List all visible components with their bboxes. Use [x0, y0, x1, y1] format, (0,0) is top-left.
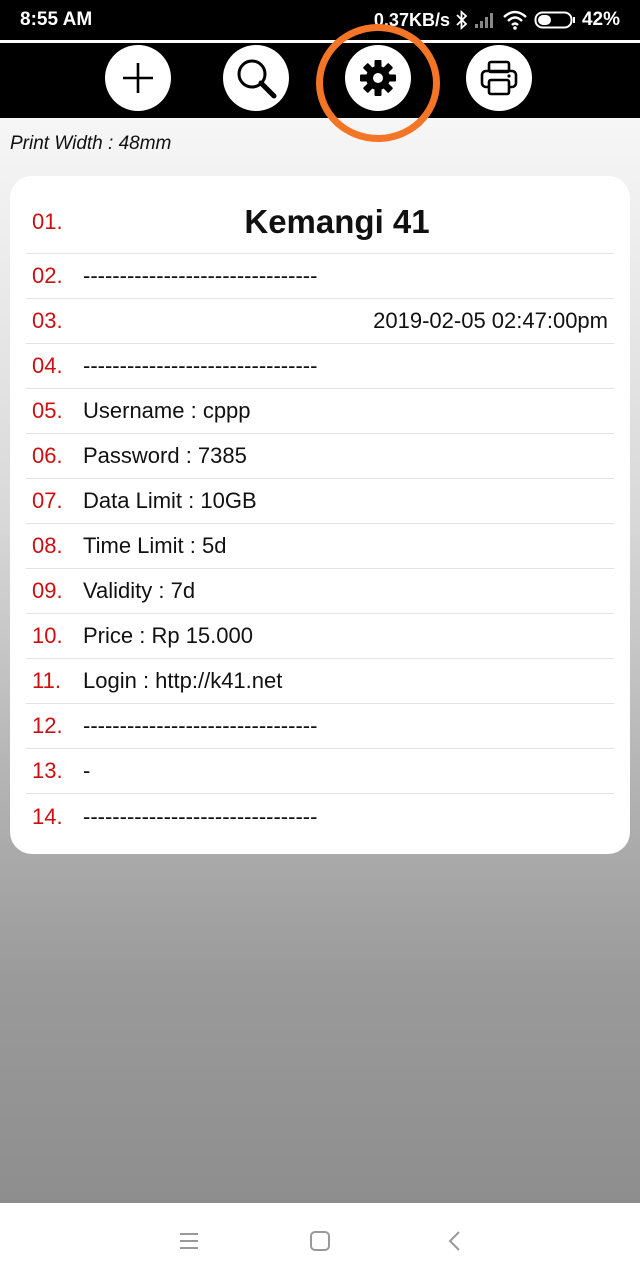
row-text: 2019-02-05 02:47:00pm	[373, 308, 608, 333]
receipt-row: 04. --------------------------------	[26, 344, 614, 389]
row-text: Username : cppp	[83, 398, 251, 423]
row-number: 10.	[32, 623, 63, 648]
home-square-icon[interactable]	[309, 1230, 331, 1257]
row-number: 03.	[32, 308, 63, 333]
receipt-row: 06. Password : 7385	[26, 434, 614, 479]
search-button[interactable]	[223, 45, 289, 111]
plus-icon	[120, 60, 156, 96]
add-button[interactable]	[105, 45, 171, 111]
receipt-row: 14. --------------------------------	[26, 794, 614, 839]
receipt-row: 03. 2019-02-05 02:47:00pm	[26, 299, 614, 344]
wifi-icon	[502, 10, 528, 30]
toolbar	[0, 43, 640, 118]
row-text: Data Limit : 10GB	[83, 488, 257, 513]
row-number: 14.	[32, 803, 63, 829]
receipt-title: Kemangi 41	[244, 203, 430, 240]
receipt-row: 12. --------------------------------	[26, 704, 614, 749]
receipt-row: 07. Data Limit : 10GB	[26, 479, 614, 524]
receipt-rows: 01. Kemangi 41 02. ------------------------…	[26, 191, 614, 839]
receipt-preview-card: 01. Kemangi 41 02. ------------------------…	[10, 176, 630, 854]
receipt-row: 02. --------------------------------	[26, 254, 614, 299]
row-number: 01.	[32, 209, 63, 234]
row-number: 13.	[32, 758, 63, 783]
row-number: 02.	[32, 263, 63, 288]
gear-icon	[358, 58, 398, 98]
row-text: Time Limit : 5d	[83, 533, 227, 558]
signal-icon	[474, 11, 496, 29]
status-bar: 8:55 AM 0.37KB/s 42%	[0, 0, 640, 40]
row-text: Price : Rp 15.000	[83, 623, 253, 648]
print-width-label: Print Width : 48mm	[10, 133, 172, 154]
status-indicators: 0.37KB/s 42%	[374, 9, 620, 31]
row-number: 06.	[32, 443, 63, 468]
navigation-bar	[0, 1203, 640, 1280]
row-number: 11.	[32, 668, 61, 693]
status-time: 8:55 AM	[20, 9, 93, 30]
row-text: --------------------------------	[83, 263, 318, 288]
search-icon	[233, 55, 279, 101]
row-number: 09.	[32, 578, 63, 603]
receipt-row: 10. Price : Rp 15.000	[26, 614, 614, 659]
settings-button[interactable]	[345, 45, 411, 111]
print-button[interactable]	[466, 45, 532, 111]
row-number: 05.	[32, 398, 63, 423]
receipt-row: 11. Login : http://k41.net	[26, 659, 614, 704]
row-number: 08.	[32, 533, 63, 558]
receipt-row: 05. Username : cppp	[26, 389, 614, 434]
back-chevron-icon[interactable]	[444, 1230, 466, 1257]
row-number: 12.	[32, 713, 63, 738]
menu-icon[interactable]	[178, 1230, 200, 1257]
row-text: --------------------------------	[83, 353, 318, 378]
row-text: Password : 7385	[83, 443, 247, 468]
receipt-row: 13. -	[26, 749, 614, 794]
row-text: -	[83, 758, 91, 783]
row-number: 04.	[32, 353, 63, 378]
row-number: 07.	[32, 488, 63, 513]
row-text: Validity : 7d	[83, 578, 196, 603]
receipt-row: 08. Time Limit : 5d	[26, 524, 614, 569]
row-text: --------------------------------	[83, 803, 318, 829]
row-text: Login : http://k41.net	[83, 668, 283, 693]
row-text: --------------------------------	[83, 713, 318, 738]
battery-icon	[534, 10, 576, 30]
network-speed: 0.37KB/s	[373, 9, 450, 30]
bluetooth-icon	[456, 10, 468, 30]
battery-percent: 42%	[581, 9, 620, 30]
printer-icon	[479, 58, 519, 98]
receipt-row: 09. Validity : 7d	[26, 569, 614, 614]
receipt-row: 01. Kemangi 41	[26, 191, 614, 254]
